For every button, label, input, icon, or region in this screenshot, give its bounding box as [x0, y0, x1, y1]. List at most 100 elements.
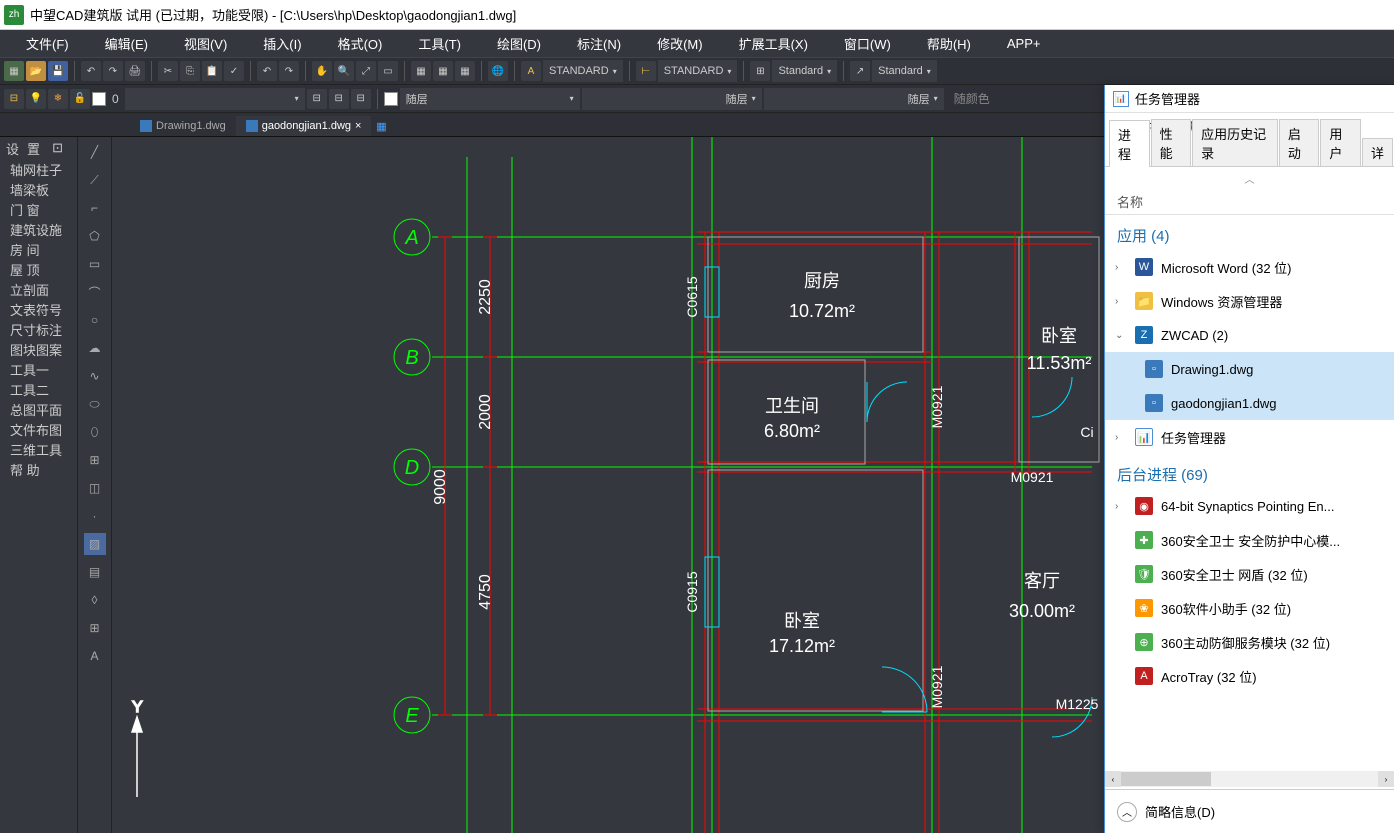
- layer-states-icon[interactable]: ⊟: [307, 89, 327, 109]
- text-style-icon[interactable]: A: [521, 61, 541, 81]
- layer-prev-icon[interactable]: ⊟: [329, 89, 349, 109]
- lineweight-dropdown[interactable]: 随层▾: [764, 88, 944, 110]
- color-dropdown[interactable]: 随层▾: [400, 88, 580, 110]
- panel-item-dim[interactable]: 尺寸标注: [0, 319, 77, 339]
- less-details-link[interactable]: 简略信息(D): [1145, 802, 1215, 821]
- column-header-name[interactable]: 名称: [1105, 189, 1394, 215]
- rect-icon[interactable]: ▭: [84, 253, 106, 275]
- color-swatch[interactable]: [384, 92, 398, 106]
- menu-file[interactable]: 文件(F): [8, 34, 87, 53]
- process-row-taskmgr[interactable]: › 📊 任务管理器: [1105, 420, 1394, 454]
- tablestyle-dropdown[interactable]: Standard▾: [772, 60, 837, 82]
- grid3-icon[interactable]: ▦: [455, 61, 475, 81]
- dim-style-icon[interactable]: ⊢: [636, 61, 656, 81]
- taskmgr-scrollbar[interactable]: ‹ ›: [1105, 771, 1394, 787]
- mtext-icon[interactable]: A: [84, 645, 106, 667]
- dimstyle-dropdown[interactable]: STANDARD▾: [658, 60, 738, 82]
- textstyle-dropdown[interactable]: STANDARD▾: [543, 60, 623, 82]
- table-icon[interactable]: ⊞: [84, 617, 106, 639]
- menu-draw[interactable]: 绘图(D): [479, 34, 559, 53]
- panel-item-door[interactable]: 门 窗: [0, 199, 77, 219]
- process-row-360shield[interactable]: 🛡 360安全卫士 网盾 (32 位): [1105, 557, 1394, 591]
- table-style-icon[interactable]: ⊞: [750, 61, 770, 81]
- menu-insert[interactable]: 插入(I): [245, 34, 319, 53]
- process-row-360helper[interactable]: ❀ 360软件小助手 (32 位): [1105, 591, 1394, 625]
- lock-icon[interactable]: 🔓: [70, 89, 90, 109]
- process-row-360defense[interactable]: ⊕ 360主动防御服务模块 (32 位): [1105, 625, 1394, 659]
- menu-dim[interactable]: 标注(N): [559, 34, 639, 53]
- chevron-up-icon[interactable]: ︿: [1105, 167, 1394, 189]
- taskmgr-titlebar[interactable]: 📊 任务管理器: [1105, 85, 1394, 113]
- layer-iso-icon[interactable]: ⊟: [351, 89, 371, 109]
- cut-icon[interactable]: ✂: [158, 61, 178, 81]
- panel-item-3d[interactable]: 三维工具: [0, 439, 77, 459]
- spline-icon[interactable]: ∿: [84, 365, 106, 387]
- paste-icon[interactable]: 📋: [202, 61, 222, 81]
- menu-format[interactable]: 格式(O): [320, 34, 401, 53]
- panel-item-help[interactable]: 帮 助: [0, 459, 77, 479]
- panel-item-tool1[interactable]: 工具一: [0, 359, 77, 379]
- tm-tab-performance[interactable]: 性能: [1151, 119, 1192, 166]
- redo-icon[interactable]: ↷: [103, 61, 123, 81]
- ray-icon[interactable]: ⟋: [84, 169, 106, 191]
- open-icon[interactable]: 📂: [26, 61, 46, 81]
- process-row-word[interactable]: › W Microsoft Word (32 位): [1105, 250, 1394, 284]
- lightbulb-icon[interactable]: 💡: [26, 89, 46, 109]
- tm-tab-details[interactable]: 详: [1362, 138, 1393, 166]
- menu-tools[interactable]: 工具(T): [400, 34, 479, 53]
- close-icon[interactable]: ×: [355, 120, 361, 132]
- panel-item-facility[interactable]: 建筑设施: [0, 219, 77, 239]
- scroll-right-icon[interactable]: ›: [1378, 771, 1394, 787]
- match-icon[interactable]: ✓: [224, 61, 244, 81]
- tm-tab-processes[interactable]: 进程: [1109, 120, 1150, 167]
- menu-ext[interactable]: 扩展工具(X): [721, 34, 826, 53]
- grid2-icon[interactable]: ▦: [433, 61, 453, 81]
- menu-modify[interactable]: 修改(M): [639, 34, 721, 53]
- polygon-icon[interactable]: ⬠: [84, 225, 106, 247]
- tm-tab-startup[interactable]: 启动: [1279, 119, 1320, 166]
- tm-tab-apphistory[interactable]: 应用历史记录: [1192, 119, 1278, 166]
- print-icon[interactable]: 🖨: [125, 61, 145, 81]
- panel-item-block[interactable]: 图块图案: [0, 339, 77, 359]
- panel-item-layout[interactable]: 文件布图: [0, 419, 77, 439]
- linetype-dropdown[interactable]: 随层▾: [582, 88, 762, 110]
- new-icon[interactable]: ▦: [4, 61, 24, 81]
- globe-icon[interactable]: 🌐: [488, 61, 508, 81]
- zoom-win-icon[interactable]: ▭: [378, 61, 398, 81]
- pin-icon[interactable]: ⊡: [52, 140, 71, 156]
- insert-icon[interactable]: ⊞: [84, 449, 106, 471]
- pline-icon[interactable]: ⌐: [84, 197, 106, 219]
- menu-window[interactable]: 窗口(W): [826, 34, 909, 53]
- point-icon[interactable]: ·: [84, 505, 106, 527]
- ellipse-arc-icon[interactable]: ⬯: [84, 421, 106, 443]
- panel-item-roof[interactable]: 屋 顶: [0, 259, 77, 279]
- panel-item-wall[interactable]: 墙梁板: [0, 179, 77, 199]
- process-row-acrotray[interactable]: A AcroTray (32 位): [1105, 659, 1394, 693]
- line-icon[interactable]: ╱: [84, 141, 106, 163]
- ellipse-icon[interactable]: ⬭: [84, 393, 106, 415]
- zoom-ext-icon[interactable]: ⤢: [356, 61, 376, 81]
- tm-tab-users[interactable]: 用户: [1320, 119, 1361, 166]
- mleaderstyle-dropdown[interactable]: Standard▾: [872, 60, 937, 82]
- arc-icon[interactable]: ⌒: [84, 281, 106, 303]
- revcloud-icon[interactable]: ☁: [84, 337, 106, 359]
- zoom-icon[interactable]: 🔍: [334, 61, 354, 81]
- process-row-explorer[interactable]: › 📁 Windows 资源管理器: [1105, 284, 1394, 318]
- process-row-zwcad[interactable]: ⌄ Z ZWCAD (2): [1105, 318, 1394, 352]
- save-icon[interactable]: 💾: [48, 61, 68, 81]
- panel-item-siteplan[interactable]: 总图平面: [0, 399, 77, 419]
- tab-gaodongjian[interactable]: gaodongjian1.dwg ×: [236, 116, 372, 136]
- menu-help[interactable]: 帮助(H): [909, 34, 989, 53]
- process-row-360safe[interactable]: ✚ 360安全卫士 安全防护中心模...: [1105, 523, 1394, 557]
- layer-dropdown[interactable]: ▾: [125, 88, 305, 110]
- scrollbar-thumb[interactable]: [1121, 772, 1211, 786]
- hatch-icon[interactable]: ▨: [84, 533, 106, 555]
- panel-item-section[interactable]: 立剖面: [0, 279, 77, 299]
- undo2-icon[interactable]: ↶: [257, 61, 277, 81]
- copy-icon[interactable]: ⎘: [180, 61, 200, 81]
- region-icon[interactable]: ◊: [84, 589, 106, 611]
- tab-new[interactable]: ▦: [371, 116, 391, 136]
- process-row-synaptics[interactable]: › ◉ 64-bit Synaptics Pointing En...: [1105, 489, 1394, 523]
- panel-item-tool2[interactable]: 工具二: [0, 379, 77, 399]
- redo2-icon[interactable]: ↷: [279, 61, 299, 81]
